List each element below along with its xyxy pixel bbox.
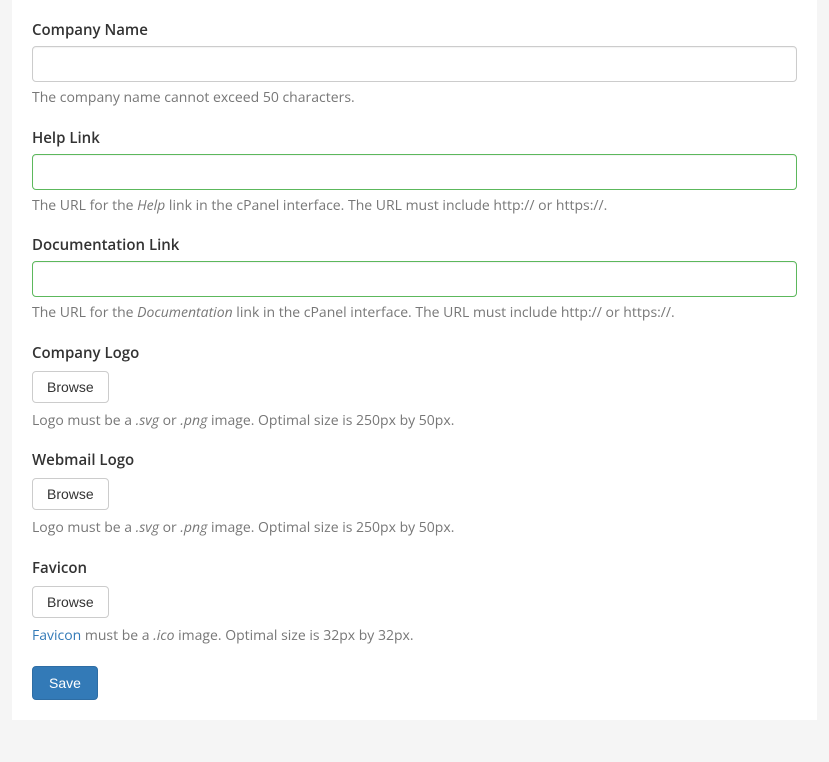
company-logo-group: Company Logo Browse Logo must be a .svg … — [32, 343, 797, 431]
help-link-label: Help Link — [32, 128, 797, 148]
documentation-link-group: Documentation Link The URL for the Docum… — [32, 235, 797, 323]
favicon-help-link[interactable]: Favicon — [32, 626, 81, 645]
favicon-label: Favicon — [32, 558, 797, 578]
company-logo-help: Logo must be a .svg or .png image. Optim… — [32, 411, 797, 431]
webmail-logo-label: Webmail Logo — [32, 450, 797, 470]
company-name-group: Company Name The company name cannot exc… — [32, 20, 797, 108]
webmail-logo-help: Logo must be a .svg or .png image. Optim… — [32, 518, 797, 538]
company-name-input[interactable] — [32, 46, 797, 82]
help-link-help: The URL for the Help link in the cPanel … — [32, 196, 797, 216]
webmail-logo-browse-button[interactable]: Browse — [32, 478, 109, 510]
favicon-group: Favicon Browse Favicon must be a .ico im… — [32, 558, 797, 646]
company-logo-browse-button[interactable]: Browse — [32, 371, 109, 403]
favicon-help: Favicon must be a .ico image. Optimal si… — [32, 626, 797, 646]
documentation-link-label: Documentation Link — [32, 235, 797, 255]
documentation-link-input[interactable] — [32, 261, 797, 297]
help-link-input[interactable] — [32, 154, 797, 190]
webmail-logo-group: Webmail Logo Browse Logo must be a .svg … — [32, 450, 797, 538]
company-name-label: Company Name — [32, 20, 797, 40]
company-logo-label: Company Logo — [32, 343, 797, 363]
documentation-link-help: The URL for the Documentation link in th… — [32, 303, 797, 323]
help-link-group: Help Link The URL for the Help link in t… — [32, 128, 797, 216]
favicon-browse-button[interactable]: Browse — [32, 586, 109, 618]
save-button[interactable]: Save — [32, 666, 98, 700]
company-name-help: The company name cannot exceed 50 charac… — [32, 88, 797, 108]
customization-form: Company Name The company name cannot exc… — [12, 0, 817, 720]
